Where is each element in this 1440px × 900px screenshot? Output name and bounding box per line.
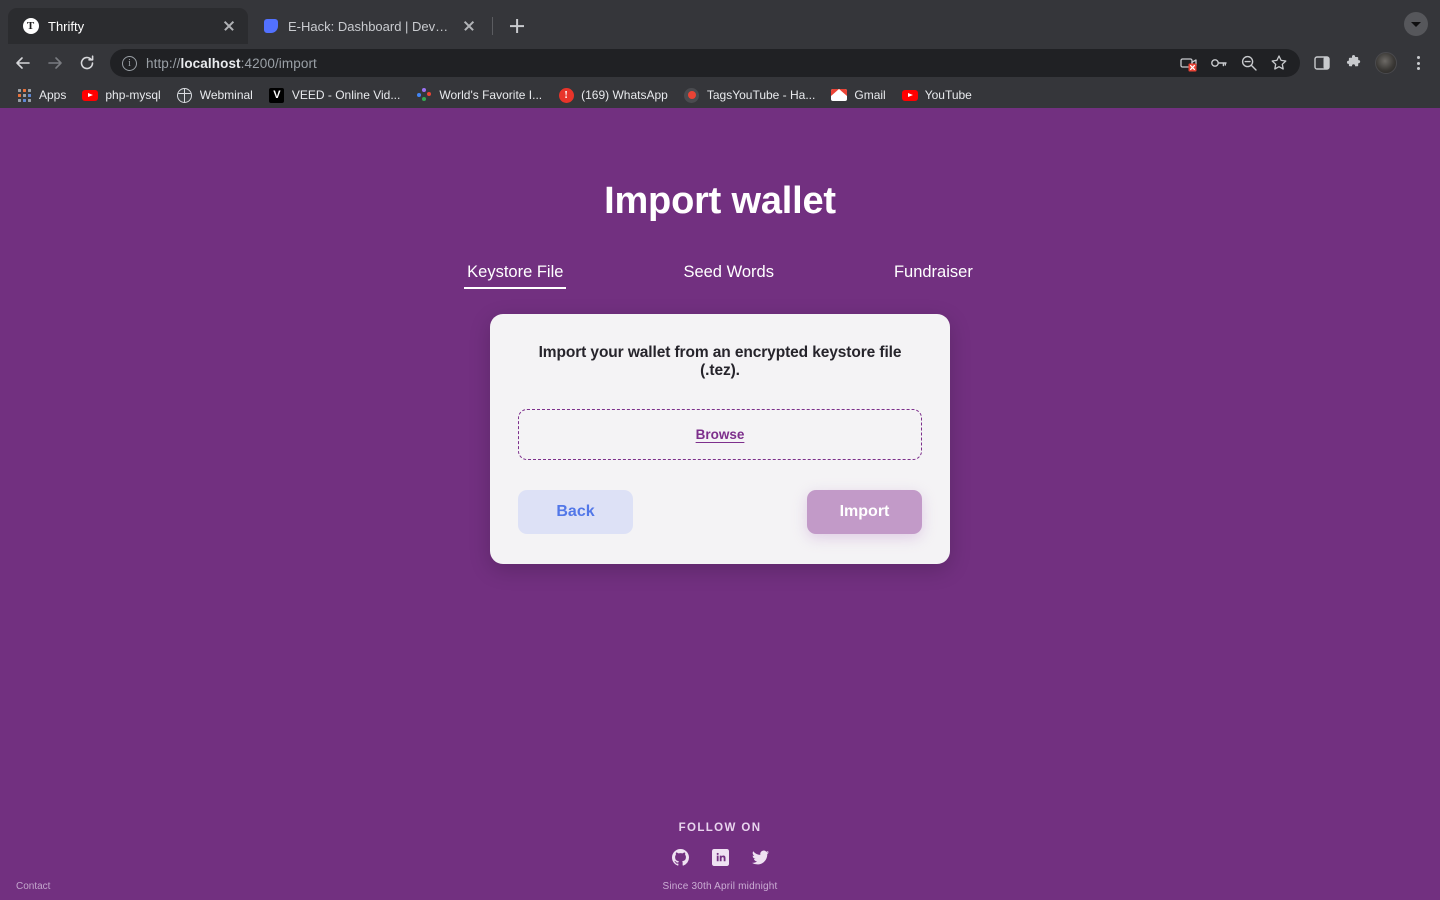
page-title: Import wallet <box>604 180 836 222</box>
card-heading: Import your wallet from an encrypted key… <box>538 344 902 379</box>
browse-button[interactable]: Browse <box>696 427 745 442</box>
arrow-left-icon[interactable] <box>8 48 38 78</box>
bookmark-whatsapp[interactable]: ! (169) WhatsApp <box>550 84 676 106</box>
close-icon[interactable] <box>460 17 478 35</box>
thrifty-t-icon: T <box>22 18 39 35</box>
bookmark-youtube[interactable]: YouTube <box>894 84 980 106</box>
bookmark-label: Gmail <box>854 88 886 102</box>
card-actions: Back Import <box>518 490 922 534</box>
chevron-down-icon[interactable] <box>1404 12 1428 36</box>
browser-chrome: T Thrifty E-Hack: Dashboard | Devfolio i <box>0 0 1440 108</box>
bookmarks-bar: Apps php-mysql Webminal V VEED - Online … <box>0 82 1440 108</box>
import-method-tabs: Keystore File Seed Words Fundraiser <box>0 259 1440 289</box>
star-bookmark-icon[interactable] <box>1270 54 1288 72</box>
bookmark-worlds-favorite[interactable]: World's Favorite I... <box>408 84 550 106</box>
url-text: http://localhost:4200/import <box>146 55 317 71</box>
bookmark-label: php-mysql <box>105 88 161 102</box>
kebab-menu-icon[interactable] <box>1404 49 1432 77</box>
zoom-out-icon[interactable] <box>1240 54 1258 72</box>
confetti-icon <box>416 87 432 103</box>
profile-avatar[interactable] <box>1372 49 1400 77</box>
bookmark-webminal[interactable]: Webminal <box>169 84 261 106</box>
close-icon[interactable] <box>220 17 238 35</box>
contact-link[interactable]: Contact <box>16 881 50 892</box>
new-tab-button[interactable] <box>503 12 531 40</box>
back-button[interactable]: Back <box>518 490 633 534</box>
social-links <box>0 848 1440 866</box>
arrow-right-icon[interactable] <box>40 48 70 78</box>
camera-blocked-icon[interactable] <box>1180 54 1198 72</box>
key-icon[interactable] <box>1210 54 1228 72</box>
tab-divider <box>492 17 493 35</box>
github-icon[interactable] <box>671 848 689 866</box>
info-circle-icon[interactable]: i <box>122 55 137 71</box>
bookmark-php-mysql[interactable]: php-mysql <box>74 84 168 106</box>
side-panel-icon[interactable] <box>1308 49 1336 77</box>
tab-title: E-Hack: Dashboard | Devfolio <box>288 18 451 34</box>
devfolio-icon <box>262 18 279 35</box>
tab-keystore-file[interactable]: Keystore File <box>464 259 567 289</box>
bookmark-label: (169) WhatsApp <box>581 88 668 102</box>
browser-toolbar: i http://localhost:4200/import <box>0 44 1440 82</box>
alert-icon: ! <box>558 87 574 103</box>
bookmark-veed[interactable]: V VEED - Online Vid... <box>261 84 409 106</box>
toolbar-right-actions <box>1308 49 1432 77</box>
import-wallet-page: Import wallet Keystore File Seed Words F… <box>0 108 1440 900</box>
apps-grid-icon <box>16 87 32 103</box>
bookmark-label: Apps <box>39 88 67 102</box>
browser-tab-thrifty[interactable]: T Thrifty <box>8 8 248 44</box>
tab-fundraiser[interactable]: Fundraiser <box>892 259 975 286</box>
bookmark-gmail[interactable]: Gmail <box>823 84 893 106</box>
reload-icon[interactable] <box>72 48 102 78</box>
bookmark-label: Webminal <box>199 88 253 102</box>
page-footer: FOLLOW ON Since 30th April midnight <box>0 822 1440 892</box>
file-dropzone[interactable]: Browse <box>518 409 922 460</box>
bookmark-label: World's Favorite I... <box>439 88 543 102</box>
linkedin-icon[interactable] <box>711 848 729 866</box>
address-bar[interactable]: i http://localhost:4200/import <box>110 49 1300 77</box>
follow-on-label: FOLLOW ON <box>678 822 762 834</box>
bookmark-label: VEED - Online Vid... <box>291 88 401 102</box>
globe-icon <box>177 87 193 103</box>
extensions-puzzle-icon[interactable] <box>1340 49 1368 77</box>
browser-tab-devfolio[interactable]: E-Hack: Dashboard | Devfolio <box>248 8 488 44</box>
bookmark-apps[interactable]: Apps <box>8 84 74 106</box>
tab-title: Thrifty <box>48 18 85 34</box>
gmail-icon <box>831 87 848 103</box>
bookmark-tagsyoutube[interactable]: TagsYouTube - Ha... <box>676 84 824 106</box>
twitter-icon[interactable] <box>751 848 769 866</box>
tab-seed-words[interactable]: Seed Words <box>681 259 776 286</box>
veed-icon: V <box>269 87 285 103</box>
import-card: Import your wallet from an encrypted key… <box>490 314 950 564</box>
youtube-icon <box>82 87 99 103</box>
import-button[interactable]: Import <box>807 490 922 534</box>
bookmark-label: YouTube <box>924 88 972 102</box>
since-text: Since 30th April midnight <box>662 881 778 892</box>
tab-strip: T Thrifty E-Hack: Dashboard | Devfolio <box>0 0 1440 44</box>
record-icon <box>684 87 700 103</box>
bookmark-label: TagsYouTube - Ha... <box>706 88 816 102</box>
youtube-icon <box>901 87 918 103</box>
